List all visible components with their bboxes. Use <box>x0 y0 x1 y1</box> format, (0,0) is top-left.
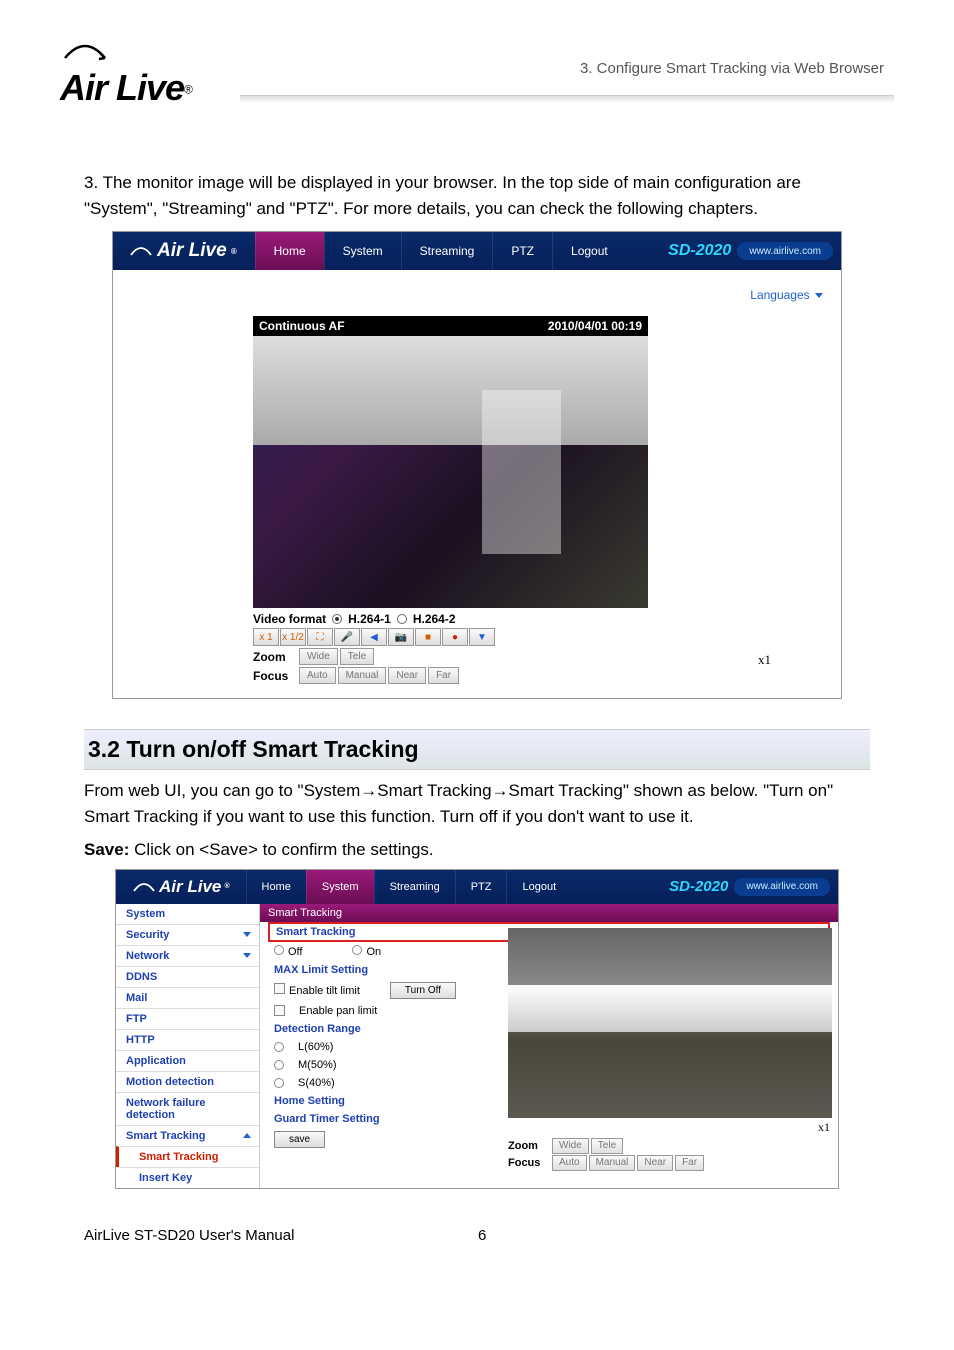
focus-manual-button-2[interactable]: Manual <box>589 1155 636 1171</box>
zoom-wide-button[interactable]: Wide <box>299 648 338 665</box>
down-button[interactable]: ▼ <box>469 628 495 646</box>
sidebar-item-netfail[interactable]: Network failure detection <box>116 1092 259 1125</box>
url-link-2[interactable]: www.airlive.com <box>734 878 830 896</box>
timestamp: 2010/04/01 00:19 <box>548 319 642 333</box>
zoom-label-2: Zoom <box>508 1140 550 1152</box>
focus-auto-button-2[interactable]: Auto <box>552 1155 587 1171</box>
sidebar-item-network[interactable]: Network <box>116 945 259 966</box>
af-status-label: Continuous AF <box>259 319 345 333</box>
focus-manual-button[interactable]: Manual <box>338 667 387 684</box>
section-heading-3-2: 3.2 Turn on/off Smart Tracking <box>84 729 870 770</box>
tab2-home[interactable]: Home <box>246 870 306 904</box>
tab2-logout[interactable]: Logout <box>506 870 571 904</box>
radio-h264-2[interactable] <box>397 614 407 624</box>
breadcrumb: 3. Configure Smart Tracking via Web Brow… <box>580 60 884 77</box>
zoom-wide-button-2[interactable]: Wide <box>552 1138 589 1154</box>
section-3-2-paragraph: From web UI, you can go to "System→Smart… <box>84 778 870 829</box>
zoom-half-button[interactable]: x 1/2 <box>280 628 306 646</box>
sidebar-item-mail[interactable]: Mail <box>116 987 259 1008</box>
screenshot-system: Air Live® Home System Streaming PTZ Logo… <box>115 869 839 1189</box>
screenshot-home: Air Live® Home System Streaming PTZ Logo… <box>112 231 842 699</box>
tab-home[interactable]: Home <box>255 232 324 270</box>
sidebar-item-motion[interactable]: Motion detection <box>116 1071 259 1092</box>
radio-s40[interactable] <box>274 1078 284 1088</box>
sidebar-item-http[interactable]: HTTP <box>116 1029 259 1050</box>
focus-auto-button[interactable]: Auto <box>299 667 336 684</box>
sidebar-item-ftp[interactable]: FTP <box>116 1008 259 1029</box>
chevron-down-icon <box>243 932 251 937</box>
nav-logo: Air Live® <box>113 240 255 262</box>
fullscreen-button[interactable]: ⛶ <box>307 628 333 646</box>
focus-far-button[interactable]: Far <box>428 667 459 684</box>
model-label-2: SD-2020 <box>669 878 734 895</box>
zoom-level-label: x1 <box>758 652 771 668</box>
sidebar-sub-insert-key[interactable]: Insert Key <box>116 1167 259 1188</box>
tab-system[interactable]: System <box>324 232 401 270</box>
focus-near-button-2[interactable]: Near <box>637 1155 673 1171</box>
radio-h264-1[interactable] <box>332 614 342 624</box>
check-tilt-limit[interactable] <box>274 983 285 994</box>
focus-label-2: Focus <box>508 1157 550 1169</box>
video-preview-2[interactable] <box>508 928 832 1118</box>
radio-off[interactable] <box>274 945 284 955</box>
tab-streaming[interactable]: Streaming <box>401 232 493 270</box>
chevron-down-icon <box>243 953 251 958</box>
sidebar-sub-smart-tracking[interactable]: Smart Tracking <box>116 1146 259 1167</box>
video-format-row: Video format H.264-1 H.264-2 <box>253 612 648 626</box>
prev-button[interactable]: ◀ <box>361 628 387 646</box>
sidebar-item-system[interactable]: System <box>116 904 259 924</box>
radio-on[interactable] <box>352 945 362 955</box>
header-divider <box>240 95 894 103</box>
record-button[interactable]: ● <box>442 628 468 646</box>
tab-ptz[interactable]: PTZ <box>492 232 552 270</box>
panel-title-bar: Smart Tracking <box>260 904 838 922</box>
zoom-tele-button-2[interactable]: Tele <box>591 1138 623 1154</box>
sidebar-item-security[interactable]: Security <box>116 924 259 945</box>
turn-off-button[interactable]: Turn Off <box>390 982 456 999</box>
tab-logout[interactable]: Logout <box>552 232 626 270</box>
focus-label: Focus <box>253 669 297 683</box>
top-nav: Air Live® Home System Streaming PTZ Logo… <box>113 232 841 270</box>
zoom-level-label-2: x1 <box>508 1118 832 1137</box>
check-pan-limit[interactable] <box>274 1005 285 1016</box>
nav-logo-2: Air Live® <box>116 877 246 897</box>
focus-far-button-2[interactable]: Far <box>675 1155 704 1171</box>
section-3-2-save-line: Save: Click on <Save> to confirm the set… <box>84 837 870 863</box>
focus-near-button[interactable]: Near <box>388 667 426 684</box>
save-button[interactable]: save <box>274 1131 325 1148</box>
stop-button[interactable]: ■ <box>415 628 441 646</box>
airlive-logo: Air Live® <box>60 40 193 109</box>
sidebar-item-ddns[interactable]: DDNS <box>116 966 259 987</box>
footer-manual-title: AirLive ST-SD20 User's Manual <box>84 1227 294 1244</box>
radio-m50[interactable] <box>274 1060 284 1070</box>
instruction-text: 3. The monitor image will be displayed i… <box>84 170 870 221</box>
top-nav-2: Air Live® Home System Streaming PTZ Logo… <box>116 870 838 904</box>
chevron-up-icon <box>243 1133 251 1138</box>
snapshot-button[interactable]: 📷 <box>388 628 414 646</box>
mic-button[interactable]: 🎤 <box>334 628 360 646</box>
model-label: SD-2020 <box>668 242 737 260</box>
video-preview[interactable] <box>253 336 648 608</box>
zoom-label: Zoom <box>253 650 297 664</box>
page-number: 6 <box>478 1227 486 1244</box>
sidebar: System Security Network DDNS Mail FTP HT… <box>116 904 260 1188</box>
url-link[interactable]: www.airlive.com <box>737 242 833 260</box>
tab2-system[interactable]: System <box>306 870 374 904</box>
zoom-tele-button[interactable]: Tele <box>340 648 374 665</box>
registered-icon: ® <box>184 83 193 97</box>
sidebar-item-application[interactable]: Application <box>116 1050 259 1071</box>
zoom-x1-button[interactable]: x 1 <box>253 628 279 646</box>
tab2-streaming[interactable]: Streaming <box>374 870 455 904</box>
sidebar-item-smart-tracking[interactable]: Smart Tracking <box>116 1125 259 1146</box>
language-dropdown[interactable]: Languages <box>113 270 841 302</box>
tab2-ptz[interactable]: PTZ <box>455 870 507 904</box>
chevron-down-icon <box>815 293 823 298</box>
radio-l60[interactable] <box>274 1042 284 1052</box>
